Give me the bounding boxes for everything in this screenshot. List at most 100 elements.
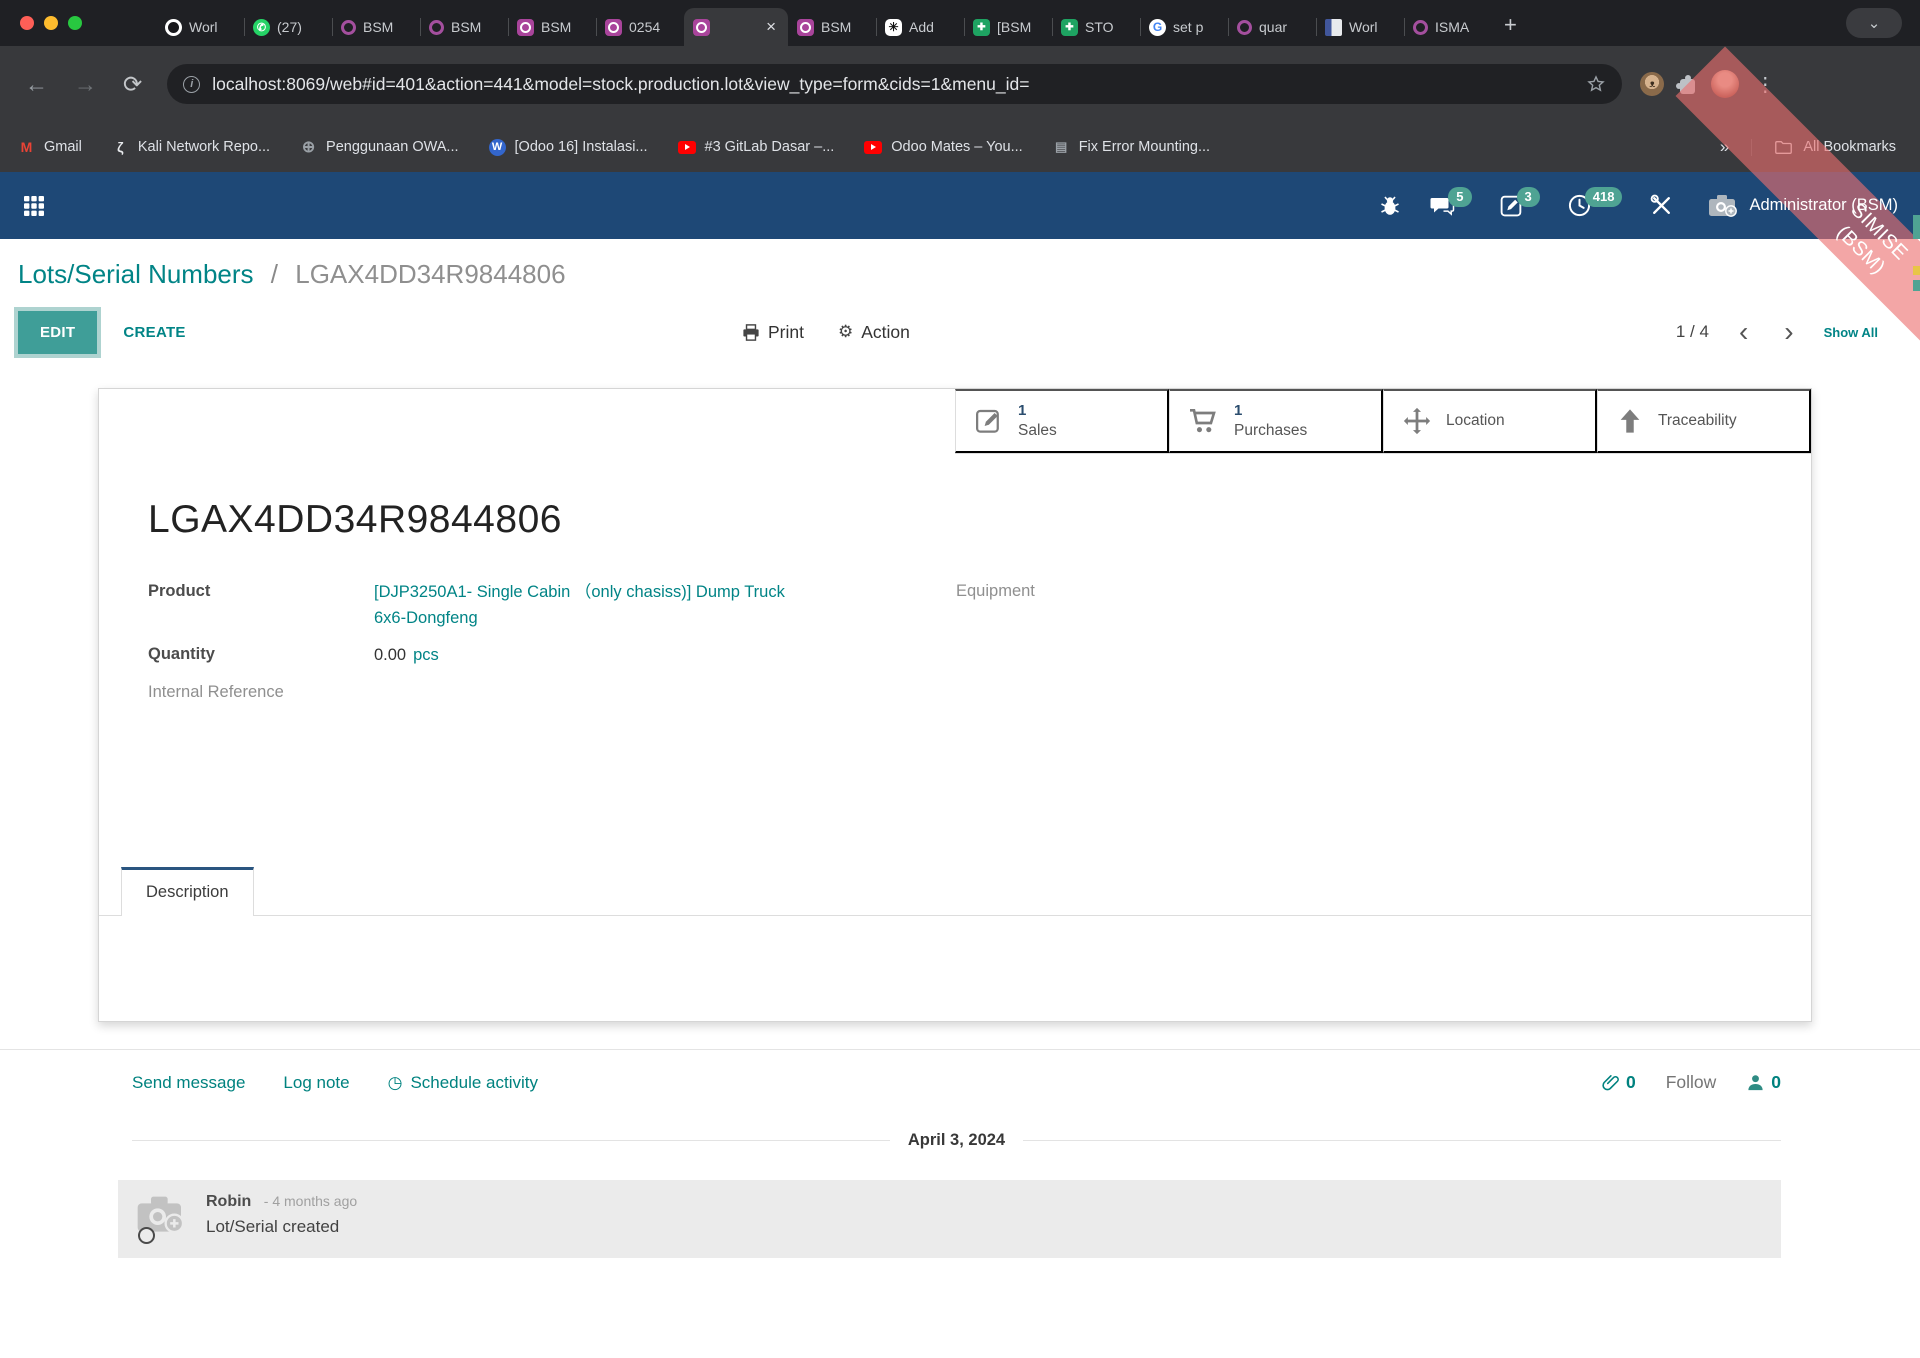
bookmark-item[interactable]: [Odoo 16] Instalasi... [489, 139, 648, 156]
quantity-unit-link[interactable]: pcs [413, 646, 439, 664]
purchases-label: Purchases [1234, 421, 1307, 440]
action-menu[interactable]: ⚙ Action [838, 322, 910, 343]
arrow-up-icon [1616, 406, 1644, 436]
schedule-activity-button[interactable]: ◷ Schedule activity [388, 1073, 538, 1093]
attachments-button[interactable]: 0 [1601, 1072, 1636, 1093]
print-menu[interactable]: Print [742, 322, 804, 343]
bookmark-item[interactable]: #3 GitLab Dasar –... [678, 139, 835, 155]
breadcrumb-parent-link[interactable]: Lots/Serial Numbers [18, 259, 254, 289]
send-message-button[interactable]: Send message [132, 1073, 245, 1093]
tab-label: 0254 [629, 19, 675, 35]
sales-smart-button[interactable]: 1 Sales [955, 389, 1169, 453]
move-arrows-icon [1402, 406, 1432, 436]
message-avatar [136, 1193, 188, 1242]
activities-clock-icon[interactable]: 418 [1567, 193, 1623, 218]
bookmark-item[interactable]: Fix Error Mounting... [1053, 139, 1210, 156]
traceability-smart-button[interactable]: Traceability [1597, 389, 1811, 453]
browser-tab[interactable]: × [684, 8, 788, 46]
notes-icon[interactable]: 3 [1499, 193, 1540, 218]
odoo-ring-icon [1237, 20, 1252, 35]
macos-traffic-lights [14, 0, 96, 46]
sales-label: Sales [1018, 421, 1057, 440]
bookmark-label: Penggunaan OWA... [326, 139, 458, 155]
browser-tab[interactable]: ISMA [1404, 8, 1492, 46]
schedule-activity-label: Schedule activity [410, 1073, 538, 1093]
bookmark-star-icon[interactable] [1586, 74, 1606, 94]
bookmark-items: Gmail Kali Network Repo... Penggunaan OW… [18, 139, 1240, 156]
date-separator: April 3, 2024 [132, 1131, 1781, 1150]
browser-tab[interactable]: (27) [244, 8, 332, 46]
record-title: LGAX4DD34R9844806 [148, 498, 1762, 542]
browser-tab[interactable]: 0254 [596, 8, 684, 46]
browser-tab[interactable]: BSM [420, 8, 508, 46]
maximize-window-icon[interactable] [68, 16, 82, 30]
reload-icon[interactable]: ⟳ [114, 71, 151, 98]
browser-tab[interactable]: [BSM [964, 8, 1052, 46]
bookmark-label: Gmail [44, 139, 82, 155]
browser-tab[interactable]: set p [1140, 8, 1228, 46]
show-all-button[interactable]: Show All [1824, 325, 1878, 340]
location-smart-button[interactable]: Location [1383, 389, 1597, 453]
create-button[interactable]: CREATE [123, 324, 185, 341]
follow-button[interactable]: Follow [1666, 1072, 1717, 1093]
cart-icon [1188, 406, 1220, 436]
message-body: Lot/Serial created [206, 1217, 357, 1237]
message-author[interactable]: Robin [206, 1193, 251, 1210]
url-text[interactable]: localhost:8069/web#id=401&action=441&mod… [212, 74, 1574, 95]
scrollbar-mark [1913, 266, 1920, 275]
product-field-value[interactable]: [DJP3250A1- Single Cabin （only chasiss)]… [374, 580, 814, 631]
site-info-icon[interactable]: i [183, 76, 200, 93]
new-tab-button[interactable]: + [1492, 12, 1529, 46]
followers-button[interactable]: 0 [1746, 1072, 1781, 1093]
purchases-smart-button[interactable]: 1 Purchases [1169, 389, 1383, 453]
scrollbar-mark [1913, 280, 1920, 291]
debug-bug-icon[interactable] [1378, 194, 1402, 218]
browser-tab[interactable]: STO [1052, 8, 1140, 46]
extension-monkey-icon[interactable]: ᴥ [1640, 72, 1664, 96]
browser-tab[interactable]: BSM [332, 8, 420, 46]
activities-badge: 418 [1585, 187, 1623, 207]
bookmark-item[interactable]: Kali Network Repo... [112, 139, 270, 156]
notebook-tabs: Description [99, 866, 1811, 916]
browser-tab[interactable]: BSM [788, 8, 876, 46]
tab-label: BSM [541, 19, 587, 35]
back-icon[interactable]: ← [16, 71, 57, 98]
browser-tab[interactable]: quar [1228, 8, 1316, 46]
close-window-icon[interactable] [20, 16, 34, 30]
tab-label: Add [909, 19, 955, 35]
globe-icon [300, 139, 317, 156]
bookmark-item[interactable]: Gmail [18, 139, 82, 156]
printer-icon [742, 324, 760, 341]
pager-previous-icon[interactable]: ‹ [1735, 322, 1752, 342]
tab-label: [BSM [997, 19, 1043, 35]
tab-search-button[interactable]: ⌄ [1846, 8, 1902, 38]
close-icon[interactable]: × [763, 17, 779, 37]
user-menu[interactable]: Administrator (BSM) [1707, 192, 1898, 219]
whatsapp-icon [253, 19, 270, 36]
address-bar[interactable]: i localhost:8069/web#id=401&action=441&m… [167, 64, 1622, 104]
browser-tab[interactable]: BSM [508, 8, 596, 46]
browser-tab[interactable]: Add [876, 8, 964, 46]
tools-icon[interactable] [1649, 193, 1674, 218]
odoo-square-icon [605, 19, 622, 36]
browser-tab[interactable]: Worl [156, 8, 244, 46]
pager-next-icon[interactable]: › [1780, 322, 1797, 342]
breadcrumb-current: LGAX4DD34R9844806 [295, 259, 565, 289]
log-note-button[interactable]: Log note [283, 1073, 349, 1093]
breadcrumb-separator: / [261, 259, 288, 289]
minimize-window-icon[interactable] [44, 16, 58, 30]
edit-button[interactable]: EDIT [18, 311, 97, 354]
browser-tab[interactable]: Worl [1316, 8, 1404, 46]
sheets-icon [1061, 19, 1078, 36]
apps-menu-icon[interactable] [22, 194, 46, 218]
page-icon [1053, 139, 1070, 156]
wordpress-icon [489, 139, 506, 156]
tab-description[interactable]: Description [121, 867, 254, 916]
bookmark-item[interactable]: Penggunaan OWA... [300, 139, 458, 156]
forward-icon[interactable]: → [65, 71, 106, 98]
bookmark-item[interactable]: Odoo Mates – You... [864, 139, 1022, 155]
user-avatar-camera-icon [1707, 192, 1739, 219]
odoo-navbar: 5 3 418 Administrator (BSM) [0, 172, 1920, 239]
control-panel: Lots/Serial Numbers / LGAX4DD34R9844806 … [0, 239, 1920, 358]
messages-icon[interactable]: 5 [1429, 194, 1471, 218]
